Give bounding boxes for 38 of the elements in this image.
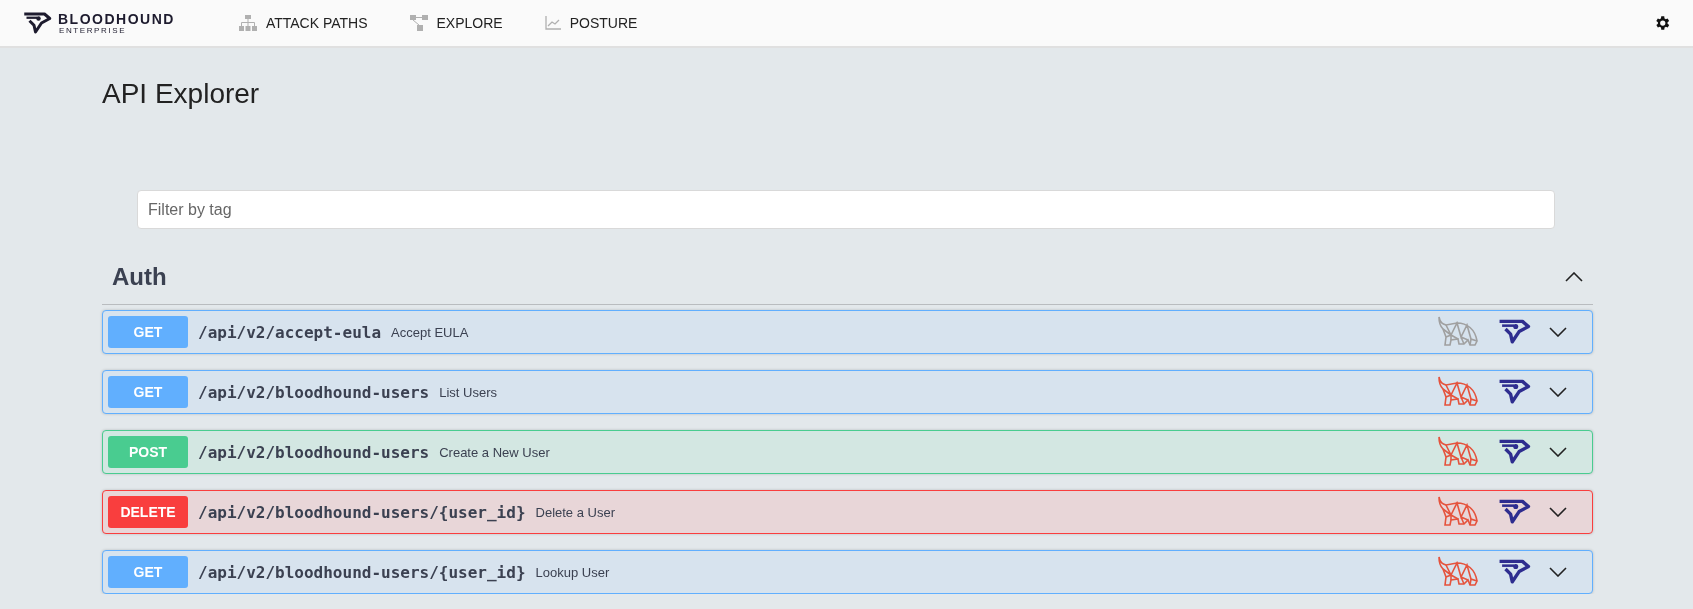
method-badge: GET <box>108 556 188 588</box>
arrowhead-icon <box>1497 438 1531 466</box>
endpoint-summary: Lookup User <box>535 564 610 580</box>
page-title: API Explorer <box>102 78 261 110</box>
method-badge: GET <box>108 376 188 408</box>
nav-link[interactable]: POSTURE <box>534 9 648 37</box>
endpoint-path: /api/v2/bloodhound-users/{user_id} <box>198 502 526 522</box>
endpoint-summary: Accept EULA <box>391 324 469 340</box>
endpoint-summary: Create a New User <box>439 444 550 460</box>
hierarchy-icon <box>238 15 257 31</box>
logo-name: BLOODHOUND <box>58 11 175 26</box>
nav-link[interactable]: ATTACK PATHS <box>228 9 378 37</box>
endpoint-summary: Delete a User <box>535 504 615 520</box>
logo-subtitle: ENTERPRISE <box>59 26 128 35</box>
endpoint-path: /api/v2/bloodhound-users <box>198 442 430 462</box>
endpoint-row[interactable]: GET /api/v2/bloodhound-users/{user_id} Lookup User <box>102 550 1593 594</box>
endpoint-summary: List Users <box>439 384 497 400</box>
filter-field[interactable]: Filter by tag <box>137 190 1555 229</box>
endpoint-path: /api/v2/accept-eula <box>198 322 382 342</box>
arrowhead-icon <box>1497 498 1531 526</box>
endpoint-row[interactable]: DELETE /api/v2/bloodhound-users/{user_id} Delete a User <box>102 490 1593 534</box>
arrowhead-icon <box>1497 318 1531 346</box>
section-title: Auth <box>112 263 167 291</box>
section-header[interactable]: Auth <box>102 251 1593 305</box>
nodes-icon <box>409 15 428 31</box>
endpoint-row[interactable]: POST /api/v2/bloodhound-users Create a New User <box>102 430 1593 474</box>
endpoint-path: /api/v2/bloodhound-users <box>198 382 430 402</box>
arrowhead-icon <box>1497 558 1531 586</box>
endpoint-path: /api/v2/bloodhound-users/{user_id} <box>198 562 526 582</box>
arrowhead-icon <box>1497 378 1531 406</box>
arrowhead-logo-icon <box>22 11 52 35</box>
chart-icon <box>544 16 561 30</box>
method-badge: POST <box>108 436 188 468</box>
endpoint-row[interactable]: GET /api/v2/bloodhound-users List Users <box>102 370 1593 414</box>
endpoint-row[interactable]: GET /api/v2/accept-eula Accept EULA <box>102 310 1593 354</box>
method-badge: GET <box>108 316 188 348</box>
method-badge: DELETE <box>108 496 188 528</box>
nav-link[interactable]: EXPLORE <box>399 9 513 37</box>
